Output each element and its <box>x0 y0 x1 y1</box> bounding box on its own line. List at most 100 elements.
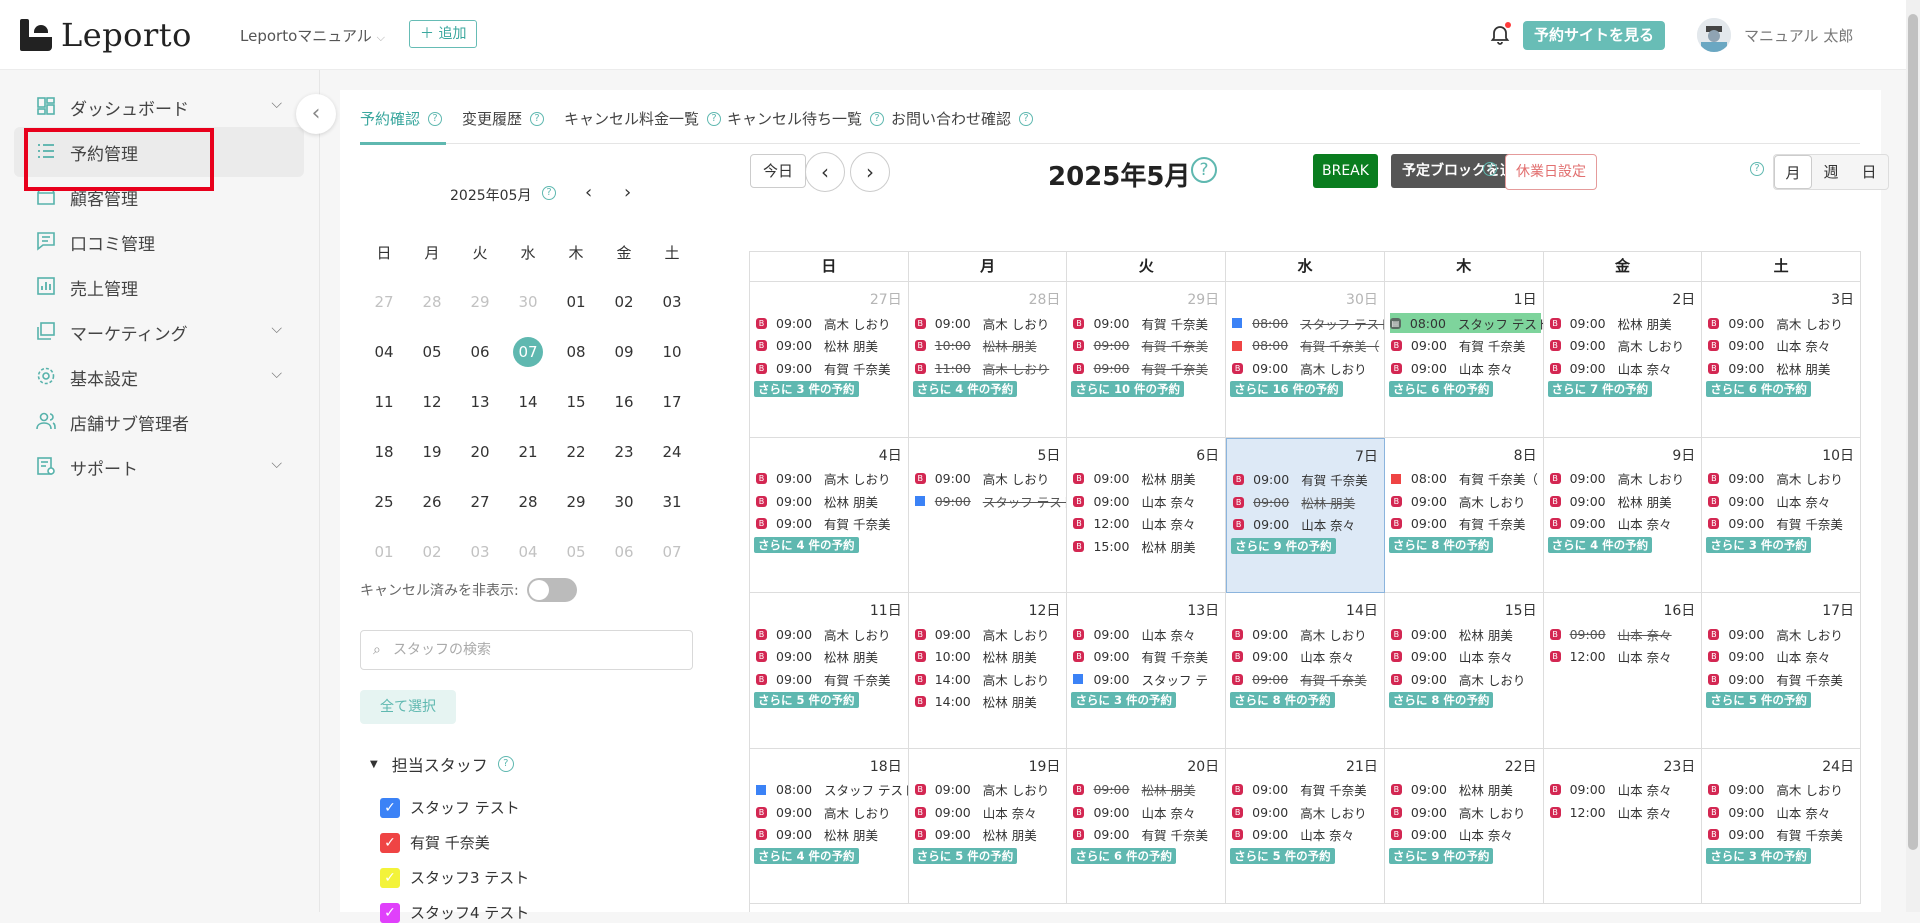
checkbox-checked-icon[interactable]: ✓ <box>380 902 400 923</box>
calendar-day-cell[interactable]: 14日 B 09:00 高木 しおり B 09:00 山本 奈々 B 09:00 有賀 千奈美 さら… <box>1226 593 1385 749</box>
mini-day[interactable]: 27 <box>456 493 504 511</box>
reservation-event[interactable]: B 09:00 松林 朋美 <box>1708 358 1858 378</box>
calendar-day-cell[interactable]: 9日 B 09:00 高木 しおり B 09:00 松林 朋美 B 09:00 山本 奈々 さらに … <box>1543 437 1703 593</box>
break-button[interactable]: BREAK <box>1313 154 1378 188</box>
more-reservations-link[interactable]: さらに 5 件の予約 <box>1230 847 1335 864</box>
calendar-day-cell[interactable]: 4日 B 09:00 高木 しおり B 09:00 松林 朋美 B 09:00 有賀 千奈美 さらに… <box>750 437 909 593</box>
calendar-day-cell[interactable]: 10日 B 09:00 高木 しおり B 09:00 山本 奈々 B 09:00 有賀 千奈美 さら… <box>1702 437 1862 593</box>
store-select[interactable]: Leportoマニュアル ⌵ <box>240 25 385 46</box>
chevron-down-icon[interactable]: ⌵ <box>271 96 282 112</box>
help-icon[interactable]: ? <box>1483 162 1497 176</box>
chevron-down-icon[interactable]: ⌵ <box>271 366 282 382</box>
mini-day[interactable]: 28 <box>504 493 552 511</box>
reservation-event[interactable]: B 09:00 松林 朋美 <box>914 825 1065 845</box>
calendar-day-cell[interactable]: 19日 B 09:00 高木 しおり B 09:00 山本 奈々 B 09:00 松林 朋美 さらに… <box>908 748 1068 904</box>
reservation-event[interactable]: B 09:00 有賀 千奈美 <box>1073 358 1223 378</box>
mini-day[interactable]: 12 <box>408 393 456 411</box>
reservation-event[interactable]: B 12:00 山本 奈々 <box>1073 514 1223 534</box>
calendar-day-cell[interactable]: 13日 B 09:00 山本 奈々 B 09:00 有賀 千奈美 09:00 スタッフ テさらに… <box>1067 593 1227 749</box>
view-option-0[interactable]: 月 <box>1774 155 1812 189</box>
reservation-event[interactable]: B 09:00 高木 しおり <box>914 469 1065 489</box>
reservation-event[interactable]: B 09:00 山本 奈々 <box>1549 514 1700 534</box>
tab-4[interactable]: お問い合わせ確認? <box>891 108 1034 129</box>
sidebar-item-6[interactable]: 基本設定 ⌵ <box>14 352 304 402</box>
sidebar-item-4[interactable]: 売上管理 <box>14 262 304 312</box>
scrollbar-thumb[interactable] <box>1908 14 1918 850</box>
mini-day[interactable]: 21 <box>504 443 552 461</box>
reservation-event[interactable]: B 09:00 有賀 千奈美 <box>756 514 906 534</box>
tab-0[interactable]: 予約確認? <box>360 108 443 129</box>
reservation-event[interactable]: B 09:00 高木 しおり <box>1390 669 1541 689</box>
reservation-event[interactable]: B 09:00 高木 しおり <box>1708 780 1858 800</box>
staff-filter-item[interactable]: ✓ 有賀 千奈美 <box>380 832 490 853</box>
calendar-day-cell[interactable]: 20日 B 09:00 松林 朋美 B 09:00 山本 奈々 B 09:00 有賀 千奈美 さらに… <box>1067 748 1227 904</box>
reservation-event[interactable]: B 09:00 松林 朋美 <box>756 647 906 667</box>
reservation-event[interactable]: B 09:00 山本 奈々 <box>1708 647 1858 667</box>
reservation-event[interactable]: B 09:00 山本 奈々 <box>1549 624 1700 644</box>
mini-day[interactable]: 04 <box>360 343 408 361</box>
mini-day[interactable]: 15 <box>552 393 600 411</box>
reservation-event[interactable]: B 09:00 有賀 千奈美 <box>756 669 906 689</box>
reservation-event[interactable]: ▤ 08:00 スタッフ テスト <box>1389 313 1543 333</box>
reservation-event[interactable]: B 09:00 高木 しおり <box>1549 469 1700 489</box>
reservation-event[interactable]: B 09:00 高木 しおり <box>1549 336 1700 356</box>
reservation-event[interactable]: B 09:00 山本 奈々 <box>1708 336 1858 356</box>
reservation-event[interactable]: B 09:00 高木 しおり <box>1232 624 1382 644</box>
reservation-event[interactable]: B 09:00 有賀 千奈美 <box>1390 514 1541 534</box>
more-reservations-link[interactable]: さらに 10 件の予約 <box>1071 381 1184 397</box>
reservation-event[interactable]: B 09:00 松林 朋美 <box>1549 313 1700 333</box>
calendar-day-cell[interactable]: 7日 B 09:00 有賀 千奈美 B 09:00 松林 朋美 B 09:00 山本 奈々 さらに … <box>1226 437 1385 593</box>
more-reservations-link[interactable]: さらに 4 件の予約 <box>912 381 1018 397</box>
more-reservations-link[interactable]: さらに 9 件の予約 <box>1231 537 1336 554</box>
more-reservations-link[interactable]: さらに 6 件の予約 <box>1388 381 1494 397</box>
more-reservations-link[interactable]: さらに 8 件の予約 <box>1388 692 1494 708</box>
reservation-event[interactable]: B 15:00 松林 朋美 <box>1073 536 1223 556</box>
mini-day[interactable]: 29 <box>552 493 600 511</box>
calendar-day-cell[interactable]: 29日 B 09:00 有賀 千奈美 B 09:00 有賀 千奈美 B 09:00 有賀 千奈美さ… <box>1067 282 1227 438</box>
reservation-event[interactable]: B 09:00 松林 朋美 <box>1233 492 1383 512</box>
reservation-event[interactable]: B 09:00 高木 しおり <box>914 780 1065 800</box>
mini-day[interactable]: 01 <box>552 293 600 311</box>
reservation-event[interactable]: B 09:00 山本 奈々 <box>1232 825 1382 845</box>
staff-heading[interactable]: ▼ 担当スタッフ ? <box>370 752 514 776</box>
reservation-event[interactable]: B 09:00 有賀 千奈美 <box>1390 336 1541 356</box>
reservation-event[interactable]: B 09:00 松林 朋美 <box>1073 780 1223 800</box>
reservation-event[interactable]: B 09:00 高木 しおり <box>1708 313 1858 333</box>
mini-day[interactable]: 22 <box>552 443 600 461</box>
calendar-day-cell[interactable]: 27日 B 09:00 高木 しおり B 09:00 松林 朋美 B 09:00 有賀 千奈美 さら… <box>750 282 909 438</box>
calendar-day-cell[interactable]: 17日 B 09:00 高木 しおり B 09:00 山本 奈々 B 09:00 有賀 千奈美 さら… <box>1702 593 1862 749</box>
view-option-1[interactable]: 週 <box>1812 155 1850 189</box>
select-all-button[interactable]: 全て選択 <box>360 690 456 724</box>
calendar-day-cell[interactable]: 30日 08:00 スタッフ テスト 08:00 有賀 千奈美（ B 09:00 高木 しおり… <box>1226 282 1385 438</box>
staff-filter-item[interactable]: ✓ スタッフ4 テスト <box>380 902 529 923</box>
checkbox-checked-icon[interactable]: ✓ <box>380 832 400 853</box>
view-site-button[interactable]: 予約サイトを見る <box>1523 21 1666 50</box>
reservation-event[interactable]: B 10:00 松林 朋美 <box>914 336 1065 356</box>
reservation-event[interactable]: B 12:00 山本 奈々 <box>1549 647 1700 667</box>
mini-day[interactable]: 13 <box>456 393 504 411</box>
reservation-event[interactable]: B 09:00 山本 奈々 <box>1232 647 1382 667</box>
reservation-event[interactable]: 08:00 スタッフ テスト <box>1232 313 1384 333</box>
chevron-down-icon[interactable]: ⌵ <box>271 321 282 337</box>
calendar-day-cell[interactable]: 6日 B 09:00 松林 朋美 B 09:00 山本 奈々 B 12:00 山本 奈々 B 15:0… <box>1067 437 1227 593</box>
mini-day[interactable]: 28 <box>408 293 456 311</box>
calendar-day-cell[interactable]: 12日 B 09:00 高木 しおり B 10:00 松林 朋美 B 14:00 高木 しおり B 1… <box>908 593 1068 749</box>
mini-day[interactable]: 16 <box>600 393 648 411</box>
reservation-event[interactable]: B 11:00 高木 しおり <box>914 358 1065 378</box>
reservation-event[interactable]: 08:00 有賀 千奈美（ <box>1232 336 1382 356</box>
reservation-event[interactable]: B 09:00 高木 しおり <box>756 802 906 822</box>
collapse-sidebar-button[interactable]: ‹ <box>296 94 336 134</box>
sidebar-item-3[interactable]: 口コミ管理 <box>14 217 304 267</box>
reservation-event[interactable]: B 09:00 山本 奈々 <box>1390 825 1541 845</box>
reservation-event[interactable]: B 09:00 山本 奈々 <box>1073 624 1223 644</box>
calendar-day-cell[interactable]: 8日 08:00 有賀 千奈美（ B 09:00 高木 しおり B 09:00 有賀 千奈美 さら… <box>1384 437 1544 593</box>
mini-day[interactable]: 30 <box>504 293 552 311</box>
mini-day[interactable]: 19 <box>408 443 456 461</box>
reservation-event[interactable]: B 09:00 高木 しおり <box>914 313 1065 333</box>
reservation-event[interactable]: 09:00 スタッフ テスト <box>914 491 1066 511</box>
reservation-event[interactable]: B 09:00 高木 しおり <box>756 469 906 489</box>
staff-search-input[interactable]: ⌕ スタッフの検索 <box>360 630 693 670</box>
today-button[interactable]: 今日 <box>750 154 807 188</box>
reservation-event[interactable]: B 09:00 高木 しおり <box>756 624 906 644</box>
reservation-event[interactable]: B 14:00 松林 朋美 <box>914 692 1065 712</box>
